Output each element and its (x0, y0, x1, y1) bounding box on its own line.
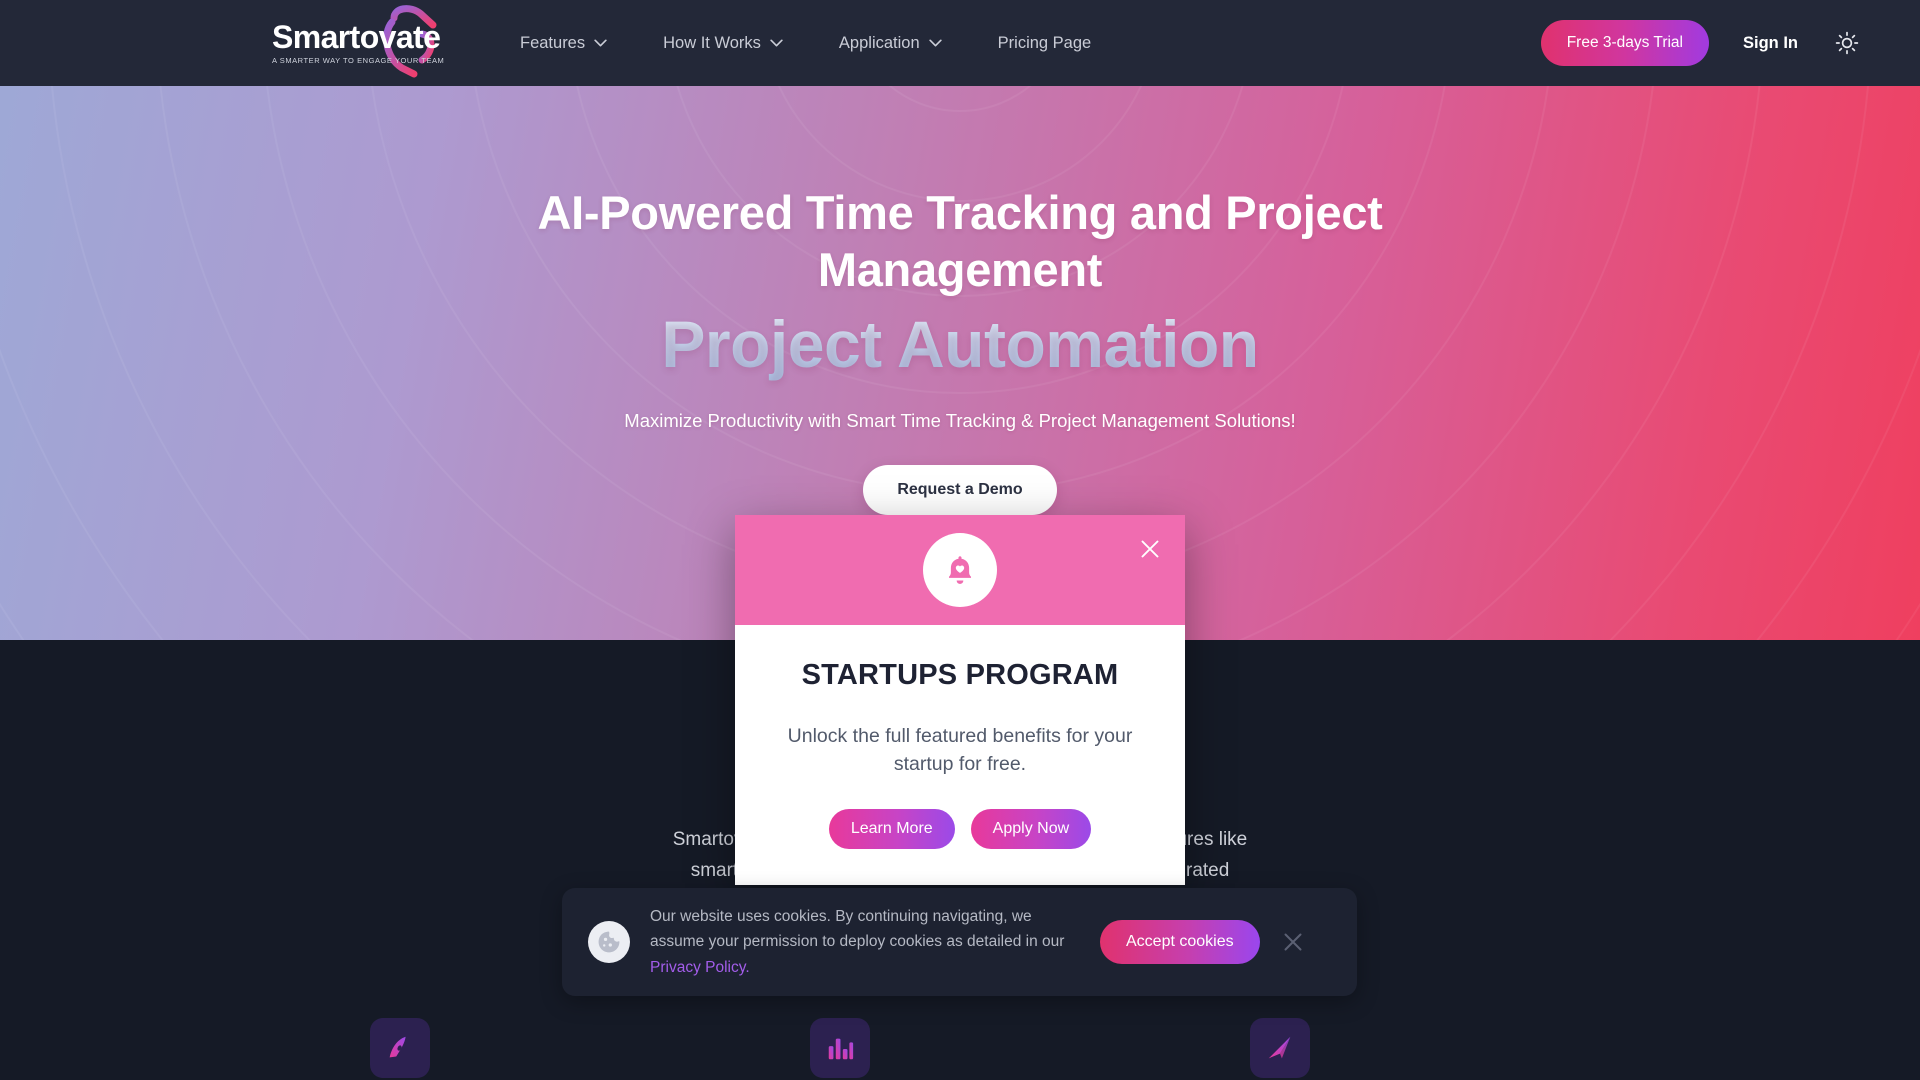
apply-now-button[interactable]: Apply Now (970, 809, 1092, 850)
rocket-icon (370, 1018, 430, 1078)
free-trial-button[interactable]: Free 3-days Trial (1540, 20, 1709, 66)
nav-label: How It Works (663, 33, 761, 52)
cookie-text: Our website uses cookies. By continuing … (650, 904, 1082, 979)
modal-title: STARTUPS PROGRAM (801, 659, 1119, 691)
sun-icon[interactable] (1832, 28, 1862, 58)
nav-actions: Free 3-days Trial Sign In (1540, 0, 1920, 86)
chart-bars-icon (810, 1018, 870, 1078)
hero-heading: AI-Powered Time Tracking and Project Man… (537, 186, 1383, 297)
privacy-policy-link[interactable]: Privacy Policy. (650, 959, 750, 976)
logo-wordmark: Smartovate (272, 19, 441, 55)
cookie-consent-banner: Our website uses cookies. By continuing … (562, 888, 1357, 996)
close-icon[interactable] (1137, 536, 1163, 562)
cookie-icon (588, 921, 630, 963)
request-demo-button[interactable]: Request a Demo (863, 464, 1057, 515)
brand-logo[interactable]: Smartovate A SMARTER WAY TO ENGAGE YOUR … (272, 5, 447, 78)
chevron-down-icon (770, 39, 783, 47)
nav-item-how-it-works[interactable]: How It Works (663, 34, 783, 53)
cookie-message: Our website uses cookies. By continuing … (650, 908, 1065, 951)
learn-more-button[interactable]: Learn More (828, 809, 955, 850)
logo-tagline: A SMARTER WAY TO ENGAGE YOUR TEAM (272, 56, 445, 65)
paper-plane-icon (1250, 1018, 1310, 1078)
modal-header (735, 515, 1185, 625)
nav-item-pricing-page[interactable]: Pricing Page (998, 34, 1092, 53)
close-icon[interactable] (1280, 929, 1306, 955)
primary-nav: Features How It Works Application Pricin… (520, 0, 1091, 86)
hero-highlight: Project Automation (661, 305, 1259, 384)
nav-item-application[interactable]: Application (839, 34, 942, 53)
nav-label: Pricing Page (997, 33, 1092, 52)
feature-card-row (370, 1018, 1550, 1078)
chevron-down-icon (594, 39, 607, 47)
accept-cookies-button[interactable]: Accept cookies (1100, 920, 1260, 964)
feature-card[interactable] (810, 1018, 1110, 1078)
feature-card[interactable] (1250, 1018, 1550, 1078)
nav-label: Features (520, 33, 586, 52)
startups-program-modal: STARTUPS PROGRAM Unlock the full feature… (735, 515, 1185, 885)
modal-body: STARTUPS PROGRAM Unlock the full feature… (735, 625, 1185, 850)
chevron-down-icon (928, 39, 942, 47)
bell-heart-icon (923, 533, 997, 607)
logo-text: Smartovate A SMARTER WAY TO ENGAGE YOUR … (272, 21, 444, 65)
hero-subtitle: Maximize Productivity with Smart Time Tr… (624, 409, 1296, 431)
nav-label: Application (838, 33, 920, 52)
feature-card[interactable] (370, 1018, 670, 1078)
modal-actions: Learn More Apply Now (765, 809, 1155, 850)
sign-in-link[interactable]: Sign In (1743, 34, 1798, 53)
nav-item-features[interactable]: Features (520, 34, 607, 53)
modal-description: Unlock the full featured benefits for yo… (787, 725, 1133, 775)
top-navbar: Smartovate A SMARTER WAY TO ENGAGE YOUR … (0, 0, 1920, 86)
